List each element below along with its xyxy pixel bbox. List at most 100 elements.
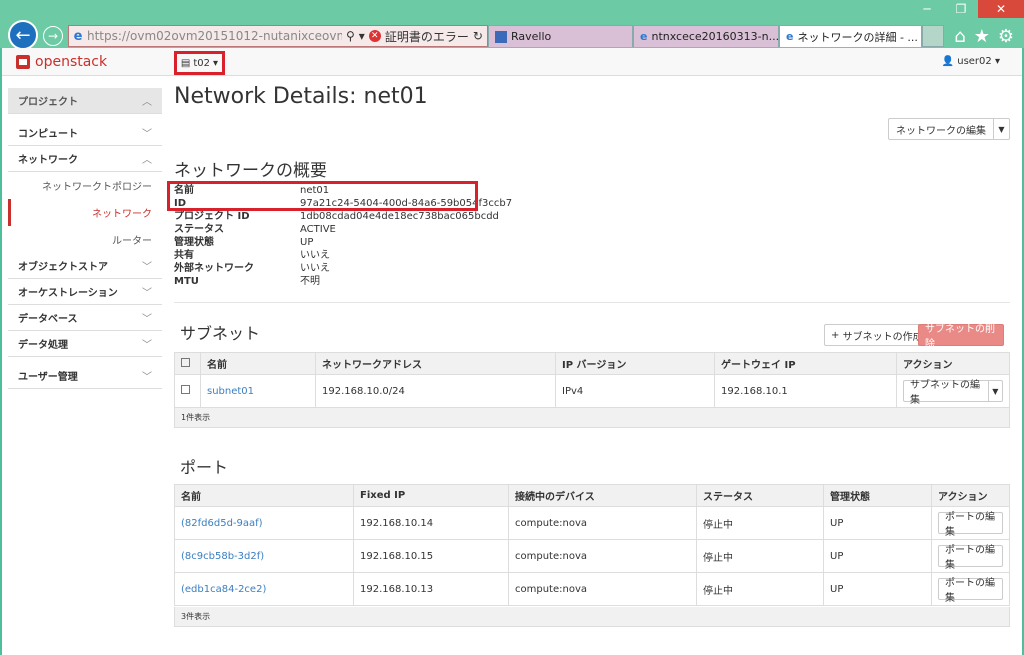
sidebar-item-data-processing[interactable]: データ処理 ﹀ [8, 331, 162, 357]
edit-subnet-button-group: サブネットの編集 ▼ [903, 380, 1003, 406]
divider [174, 302, 1010, 303]
cell-status: 停止中 [696, 506, 824, 540]
cell-admin-state: UP [823, 506, 932, 540]
tab-ntnxcece[interactable]: e ntnxcece20160313-n... [633, 25, 779, 47]
sidebar-item-network-topology[interactable]: ネットワークトポロジー [8, 172, 162, 199]
chevron-down-icon: ﹀ [142, 340, 152, 351]
tab-label: ntnxcece20160313-n... [651, 30, 779, 43]
sidebar-item-network[interactable]: ネットワーク ︿ [8, 146, 162, 172]
edit-subnet-button[interactable]: サブネットの編集 [904, 376, 988, 406]
favorites-icon[interactable]: ★ [974, 26, 990, 47]
col-admin-state[interactable]: 管理状態 [823, 484, 932, 507]
cell-device: compute:nova [508, 539, 697, 573]
cell-device: compute:nova [508, 506, 697, 540]
col-gateway-ip[interactable]: ゲートウェイ IP [714, 352, 897, 375]
cell-admin-state: UP [823, 572, 932, 606]
sidebar-item-orchestration[interactable]: オーケストレーション ﹀ [8, 279, 162, 305]
edit-port-button[interactable]: ポートの編集 [938, 512, 1003, 538]
cell-device: compute:nova [508, 572, 697, 606]
port-link[interactable]: (edb1ca84-2ce2) [181, 584, 266, 595]
sidebar-item-compute[interactable]: コンピュート ﹀ [8, 120, 162, 146]
forward-icon[interactable]: → [43, 26, 63, 46]
tab-ravello[interactable]: Ravello [488, 25, 633, 47]
row-checkbox[interactable] [181, 385, 190, 394]
edit-port-button[interactable]: ポートの編集 [938, 578, 1003, 604]
main-content: Network Details: net01 ネットワークの編集 ▼ ネットワー… [167, 84, 1010, 627]
cert-error-text[interactable]: 証明書のエラー [385, 28, 469, 45]
chevron-down-icon: ﹀ [142, 372, 152, 383]
cell-status: 停止中 [696, 539, 824, 573]
page-title: Network Details: net01 [174, 84, 428, 109]
table-row: subnet01 192.168.10.0/24 IPv4 192.168.10… [174, 374, 1010, 408]
project-selector[interactable]: ▤ t02 ▾ [174, 51, 225, 75]
home-icon[interactable]: ⌂ [954, 26, 965, 47]
ports-footer: 3件表示 [174, 607, 1010, 627]
col-actions: アクション [896, 352, 1010, 375]
url-text[interactable]: https://ovm02ovm20151012-nutanixceovmde.… [87, 29, 342, 43]
sidebar-item-object-store[interactable]: オブジェクトストア ﹀ [8, 253, 162, 279]
caret-down-icon[interactable]: ▼ [987, 381, 1002, 401]
overview-row-admin-state: 管理状態 UP [174, 237, 314, 248]
subnet-link[interactable]: subnet01 [207, 386, 254, 397]
cell-gateway: 192.168.10.1 [714, 374, 897, 408]
caret-down-icon[interactable]: ▼ [993, 119, 1009, 139]
openstack-logo[interactable]: openstack [16, 54, 107, 70]
chevron-down-icon: ﹀ [142, 129, 152, 140]
table-header-row: 名前 ネットワークアドレス IP バージョン ゲートウェイ IP アクション [174, 352, 1010, 375]
sidebar-item-user-management[interactable]: ユーザー管理 ﹀ [8, 363, 162, 389]
col-status[interactable]: ステータス [696, 484, 824, 507]
close-icon[interactable]: ✕ [978, 0, 1024, 18]
cert-error-icon: ✕ [368, 30, 381, 42]
edit-network-button[interactable]: ネットワークの編集 [889, 119, 993, 139]
subnets-table: 名前 ネットワークアドレス IP バージョン ゲートウェイ IP アクション s… [174, 352, 1010, 408]
select-all-checkbox[interactable] [181, 357, 190, 367]
tab-network-details[interactable]: e ネットワークの詳細 - ... ✕ [779, 25, 922, 47]
overview-row-project-id: プロジェクト ID 1db08cdad04e4de18ec738bac065bcd… [174, 211, 499, 222]
port-link[interactable]: (82fd6d5d-9aaf) [181, 518, 263, 529]
dropdown-icon[interactable]: ▾ [359, 29, 365, 43]
sidebar-item-database[interactable]: データベース ﹀ [8, 305, 162, 331]
overview-row-external: 外部ネットワーク いいえ [174, 263, 330, 274]
port-link[interactable]: (8c9cb58b-3d2f) [181, 551, 264, 562]
minimize-icon[interactable]: ─ [910, 0, 944, 18]
col-fixed-ip[interactable]: Fixed IP [353, 484, 509, 507]
back-icon[interactable]: ← [8, 20, 38, 50]
col-name[interactable]: 名前 [174, 484, 354, 507]
cell-cidr: 192.168.10.0/24 [315, 374, 556, 408]
col-device[interactable]: 接続中のデバイス [508, 484, 697, 507]
overview-row-mtu: MTU 不明 [174, 276, 320, 287]
edit-port-button[interactable]: ポートの編集 [938, 545, 1003, 571]
ie-icon: e [786, 30, 794, 43]
tab-label: ネットワークの詳細 - ... [797, 30, 918, 44]
ie-icon: e [640, 30, 648, 43]
address-bar[interactable]: e https://ovm02ovm20151012-nutanixceovmd… [68, 25, 488, 47]
page: openstack ▤ t02 ▾ 👤 user02 ▾ プロジェクト ︿ コンピ… [0, 48, 1024, 655]
settings-gear-icon[interactable]: ⚙ [998, 26, 1014, 47]
chevron-up-icon: ︿ [142, 155, 152, 166]
new-tab-button[interactable] [922, 25, 944, 47]
maximize-icon[interactable]: ❐ [944, 0, 978, 18]
refresh-icon[interactable]: ↻ [473, 29, 483, 43]
user-menu[interactable]: 👤 user02 ▾ [942, 56, 1000, 67]
cell-status: 停止中 [696, 572, 824, 606]
sidebar-item-project[interactable]: プロジェクト ︿ [8, 88, 162, 114]
window-controls: ─ ❐ ✕ [910, 0, 1024, 18]
sidebar-item-networks[interactable]: ネットワーク [8, 199, 162, 226]
col-actions: アクション [931, 484, 1010, 507]
table-row: (82fd6d5d-9aaf) 192.168.10.14 compute:no… [174, 506, 1010, 540]
sidebar-item-routers[interactable]: ルーター [8, 226, 162, 253]
col-ip-version[interactable]: IP バージョン [555, 352, 715, 375]
col-network-address[interactable]: ネットワークアドレス [315, 352, 556, 375]
ie-icon: e [73, 28, 83, 44]
cell-ipver: IPv4 [555, 374, 715, 408]
row-checkbox-cell [174, 374, 201, 408]
col-name[interactable]: 名前 [200, 352, 316, 375]
edit-network-button-group: ネットワークの編集 ▼ [888, 118, 1010, 140]
create-subnet-button[interactable]: + サブネットの作成 [824, 324, 930, 346]
plus-icon: + [831, 329, 840, 341]
delete-subnet-button[interactable]: サブネットの削除 [918, 324, 1004, 350]
search-icon[interactable]: ⚲ [346, 29, 355, 43]
tab-label: Ravello [511, 30, 552, 43]
logo-text: openstack [35, 54, 108, 70]
ports-title: ポート [180, 458, 229, 477]
